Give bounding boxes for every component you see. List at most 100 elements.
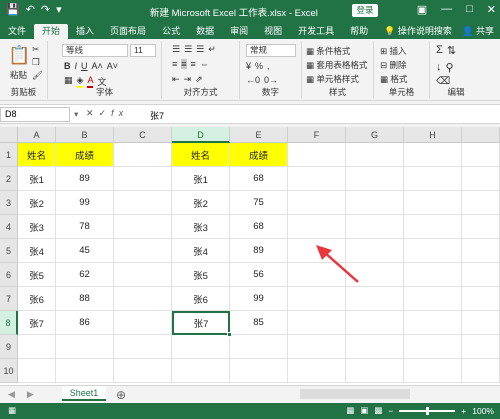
minimize-icon[interactable]: — [441,3,452,16]
cell-b4[interactable]: 78 [56,215,114,239]
cell-g8[interactable] [346,311,404,335]
wrap-text-icon[interactable]: ↵ [208,44,216,55]
cut-icon[interactable]: ✂ [32,44,39,55]
row-header-2[interactable]: 2 [0,167,18,191]
row-header-8[interactable]: 8 [0,311,18,335]
confirm-entry-icon[interactable]: ✓ [99,108,112,118]
cell-g7[interactable] [346,287,404,311]
cell-g10[interactable] [346,359,404,383]
cell-f10[interactable] [288,359,346,383]
cell-c7[interactable] [114,287,172,311]
column-header-d[interactable]: D [172,127,230,143]
row-header-6[interactable]: 6 [0,263,18,287]
cell-f9[interactable] [288,335,346,359]
format-painter-icon[interactable]: 🖌 [32,70,43,81]
cell-a10[interactable] [18,359,56,383]
cell-c3[interactable] [114,191,172,215]
zoom-level[interactable]: 100% [472,406,494,416]
align-left-icon[interactable]: ≡ [172,59,177,69]
sheet-tab-sheet1[interactable]: Sheet1 [62,386,106,401]
cell-e3[interactable]: 75 [230,191,288,215]
insert-cells-button[interactable]: ⊞ 插入 [380,45,407,57]
share-button[interactable]: 👤 共享 [462,24,494,37]
cell-b9[interactable] [56,335,114,359]
format-cells-button[interactable]: ▦ 格式 [380,73,407,85]
tab-review[interactable]: 审阅 [222,24,256,39]
cell-f7[interactable] [288,287,346,311]
table-format-button[interactable]: ▦ 套用表格格式 [306,59,367,71]
tab-developer[interactable]: 开发工具 [290,24,342,39]
cell-d7[interactable]: 张6 [172,287,230,311]
decrease-indent-icon[interactable]: ⇤ [172,74,180,85]
cell-d6[interactable]: 张5 [172,263,230,287]
cell-a8[interactable]: 张7 [18,311,56,335]
column-header-a[interactable]: A [18,127,56,143]
align-bottom-icon[interactable]: ☰ [196,44,204,55]
next-sheet-icon[interactable]: ▶ [27,389,34,400]
currency-icon[interactable]: ¥ [246,61,251,71]
cell-h1[interactable] [404,143,462,167]
cell-f4[interactable] [288,215,346,239]
merge-center-icon[interactable]: ⇔ [200,59,209,69]
cell-e2[interactable]: 68 [230,167,288,191]
name-box[interactable]: D8 [0,107,70,122]
cell-a2[interactable]: 张1 [18,167,56,191]
normal-view-icon[interactable]: ▦ [346,405,354,416]
login-button[interactable]: 登录 [352,4,378,17]
close-icon[interactable]: ✕ [487,3,496,16]
save-icon[interactable]: 💾 [6,3,20,16]
align-center-icon[interactable]: ≡ [181,59,187,69]
row-header-3[interactable]: 3 [0,191,18,215]
font-size-select[interactable]: 11 [130,44,156,57]
conditional-format-button[interactable]: ▦ 条件格式 [306,45,350,57]
cell-b8[interactable]: 86 [56,311,114,335]
worksheet-grid[interactable]: A B C D E F G H 1 姓名 成绩 姓名 成绩 2 张1 89 张1 68 3 张2 99 张2 75 4 张3 78… [0,127,500,385]
column-header-c[interactable]: C [114,127,172,143]
cell-h9[interactable] [404,335,462,359]
align-right-icon[interactable]: ≡ [191,59,196,69]
paste-button[interactable]: 粘贴 [10,69,27,81]
cell-b6[interactable]: 62 [56,263,114,287]
row-header-9[interactable]: 9 [0,335,18,359]
row-header-7[interactable]: 7 [0,287,18,311]
zoom-slider[interactable] [399,406,456,415]
find-icon[interactable]: ⚲ [446,61,454,74]
cell-b5[interactable]: 45 [56,239,114,263]
page-layout-view-icon[interactable]: ▣ [360,405,368,416]
customize-icon[interactable]: ▾ [56,3,62,16]
horizontal-scrollbar[interactable] [300,389,410,399]
cell-e6[interactable]: 56 [230,263,288,287]
cell-b3[interactable]: 99 [56,191,114,215]
cell-styles-button[interactable]: ▦ 单元格样式 [306,73,359,85]
cell-e9[interactable] [230,335,288,359]
tab-file[interactable]: 文件 [0,24,34,39]
underline-icon[interactable]: U [81,61,88,71]
font-shrink-icon[interactable]: A˅ [107,61,118,71]
cell-e7[interactable]: 99 [230,287,288,311]
cell-a3[interactable]: 张2 [18,191,56,215]
cell-g9[interactable] [346,335,404,359]
cell-h5[interactable] [404,239,462,263]
cell-a7[interactable]: 张6 [18,287,56,311]
cell-d1[interactable]: 姓名 [172,143,230,167]
cell-c2[interactable] [114,167,172,191]
cell-d5[interactable]: 张4 [172,239,230,263]
cell-a1[interactable]: 姓名 [18,143,56,167]
column-header-g[interactable]: G [346,127,404,143]
align-middle-icon[interactable]: ☰ [184,44,192,55]
zoom-slider-thumb[interactable] [426,406,430,415]
zoom-out-icon[interactable]: − [388,406,393,416]
fill-icon[interactable]: ↓ [436,61,442,74]
paste-icon[interactable]: 📋 [8,45,30,66]
tab-data[interactable]: 数据 [188,24,222,39]
zoom-in-icon[interactable]: + [461,406,466,416]
ribbon-display-icon[interactable]: ▣ [417,3,427,16]
cell-f8[interactable] [288,311,346,335]
cell-h3[interactable] [404,191,462,215]
macro-record-icon[interactable]: ▦ [8,405,16,416]
font-grow-icon[interactable]: A˄ [92,61,103,71]
column-header-f[interactable]: F [288,127,346,143]
redo-icon[interactable]: ↷ [41,3,50,16]
add-sheet-icon[interactable]: ⊕ [116,388,126,402]
cell-a4[interactable]: 张3 [18,215,56,239]
